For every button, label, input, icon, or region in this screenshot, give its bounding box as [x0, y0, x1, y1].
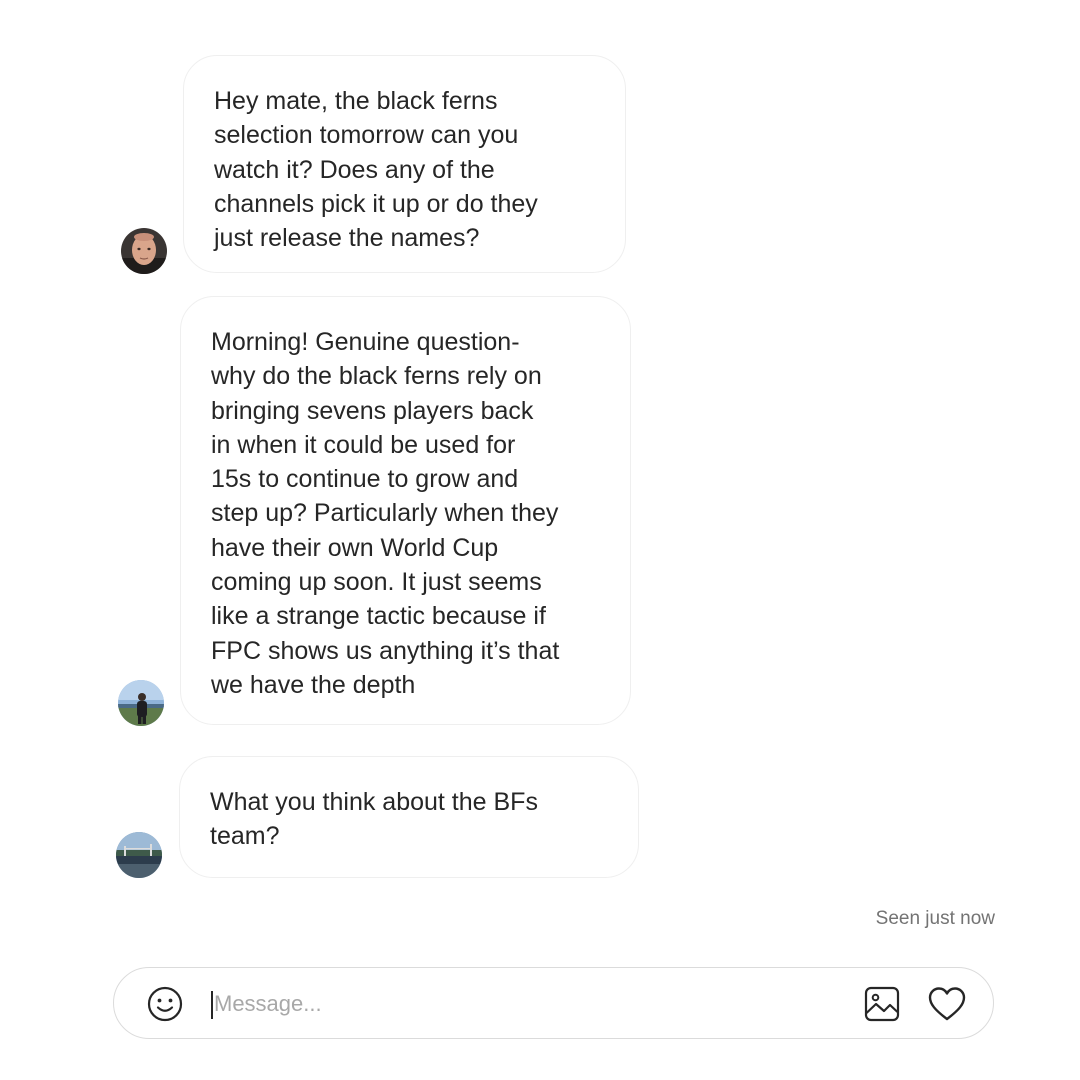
- avatar-person-outdoor-photo: [118, 680, 164, 726]
- message-bubble[interactable]: Morning! Genuine question- why do the bl…: [180, 296, 631, 725]
- avatar-landscape-photo: [116, 832, 162, 878]
- message-bubble[interactable]: What you think about the BFs team?: [179, 756, 639, 878]
- sender-avatar[interactable]: [121, 228, 167, 274]
- heart-icon[interactable]: [927, 985, 967, 1023]
- message-bubble[interactable]: Hey mate, the black ferns selection tomo…: [183, 55, 626, 273]
- avatar-face-photo: [121, 228, 167, 274]
- message-input[interactable]: [214, 984, 834, 1024]
- sender-avatar[interactable]: [116, 832, 162, 878]
- seen-status: Seen just now: [875, 908, 995, 929]
- emoji-icon[interactable]: [146, 985, 184, 1023]
- image-icon[interactable]: [863, 985, 901, 1023]
- sender-avatar[interactable]: [118, 680, 164, 726]
- message-composer: [113, 967, 994, 1039]
- text-caret: [211, 991, 213, 1019]
